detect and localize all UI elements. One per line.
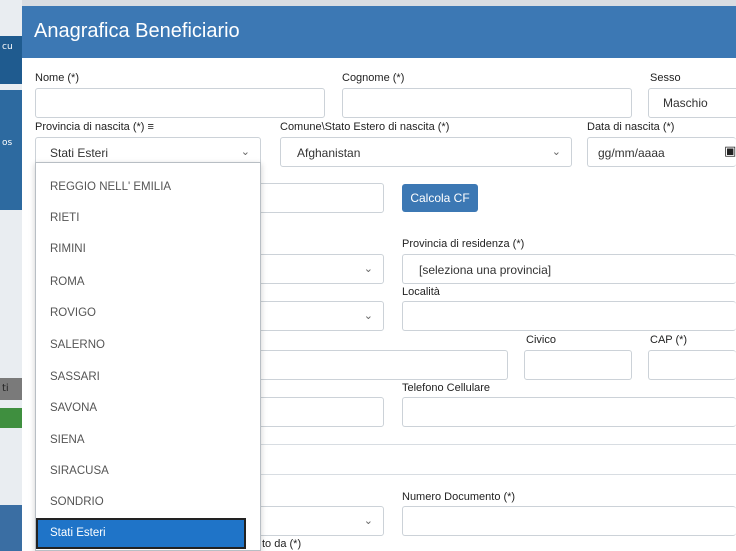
cap-label: CAP (*) — [650, 334, 688, 346]
codice-fiscale-input[interactable] — [250, 183, 384, 213]
telefono-input[interactable] — [402, 397, 736, 427]
list-item[interactable]: SASSARI — [36, 362, 246, 393]
modal-title: Anagrafica Beneficiario — [34, 20, 240, 42]
list-item[interactable]: SIENA — [36, 425, 246, 456]
sesso-value: Maschio — [663, 96, 708, 110]
list-item[interactable]: RIMINI — [36, 234, 246, 265]
chevron-down-icon: ⌄ — [363, 514, 373, 527]
sesso-label: Sesso — [650, 72, 681, 84]
list-item[interactable]: SONDRIO — [36, 487, 246, 518]
list-item[interactable]: REGGIO NELL' EMILIA — [36, 172, 246, 203]
nazione-residenza-select[interactable]: ⌄ — [250, 254, 384, 284]
provincia-nascita-value: Stati Esteri — [50, 146, 109, 160]
email-input[interactable] — [250, 397, 384, 427]
provincia-residenza-select[interactable]: [seleziona una provincia] — [402, 254, 736, 284]
chevron-down-icon: ⌄ — [363, 309, 373, 322]
list-item[interactable]: SIRACUSA — [36, 456, 246, 487]
data-nascita-input[interactable]: gg/mm/aaaa ▣ — [587, 137, 736, 167]
provincia-residenza-label: Provincia di residenza (*) — [402, 238, 525, 250]
chevron-down-icon: ⌄ — [240, 145, 250, 158]
localita-label: Località — [402, 286, 440, 298]
nome-input[interactable] — [35, 88, 325, 118]
list-item[interactable]: ROVIGO — [36, 298, 246, 329]
separator — [250, 474, 736, 475]
localita-input[interactable] — [402, 301, 736, 331]
indirizzo-input[interactable] — [250, 350, 508, 380]
civico-input[interactable] — [524, 350, 632, 380]
provincia-residenza-value: [seleziona una provincia] — [419, 263, 552, 277]
chevron-down-icon: ⌄ — [551, 145, 561, 158]
comune-nascita-select[interactable]: Afghanistan ⌄ — [280, 137, 572, 167]
provincia-nascita-label: Provincia di nascita (*) ≡ — [35, 121, 154, 133]
comune-nascita-label: Comune\Stato Estero di nascita (*) — [280, 121, 450, 133]
provincia-dropdown-list[interactable]: REGGIO NELL' EMILIA RIETI RIMINI ROMA RO… — [35, 162, 261, 551]
background-page-strip — [0, 0, 22, 551]
comune-nascita-value: Afghanistan — [297, 146, 361, 160]
comune-residenza-select[interactable]: ⌄ — [250, 301, 384, 331]
list-item-selected[interactable]: Stati Esteri — [36, 518, 246, 549]
numero-documento-label: Numero Documento (*) — [402, 491, 516, 503]
rilasciato-da-label: to da (*) — [262, 538, 302, 550]
civico-label: Civico — [526, 334, 556, 346]
separator — [250, 444, 736, 445]
sesso-select[interactable]: Maschio — [648, 88, 736, 118]
calcola-cf-button[interactable]: Calcola CF — [402, 184, 478, 212]
chevron-down-icon: ⌄ — [363, 262, 373, 275]
bg-text-3: ti — [2, 383, 9, 394]
list-item[interactable]: RIETI — [36, 203, 246, 234]
list-item[interactable]: ROMA — [36, 267, 246, 298]
telefono-label: Telefono Cellulare — [402, 382, 491, 394]
data-nascita-label: Data di nascita (*) — [587, 121, 675, 133]
list-item[interactable]: SAVONA — [36, 393, 246, 424]
cap-input[interactable] — [648, 350, 736, 380]
cognome-input[interactable] — [342, 88, 632, 118]
bg-text-2: os — [2, 138, 13, 148]
calendar-icon[interactable]: ▣ — [724, 144, 736, 159]
list-item[interactable]: SALERNO — [36, 330, 246, 361]
cognome-label: Cognome (*) — [342, 72, 405, 84]
nome-label: Nome (*) — [35, 72, 80, 84]
data-nascita-placeholder: gg/mm/aaaa — [598, 146, 665, 160]
bg-text-1: cu — [2, 42, 13, 52]
tipo-documento-select[interactable]: ⌄ — [250, 506, 384, 536]
numero-documento-input[interactable] — [402, 506, 736, 536]
